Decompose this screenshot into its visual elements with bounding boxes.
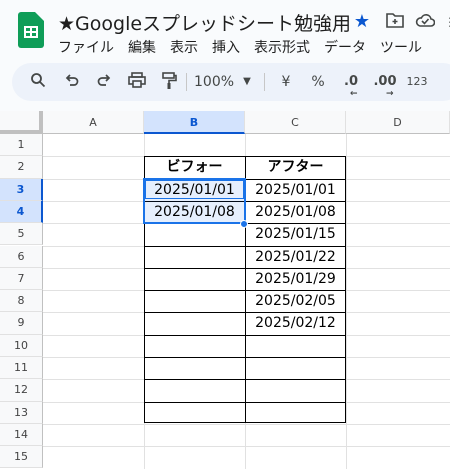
cell-b-8[interactable] bbox=[144, 290, 245, 312]
row-header-15[interactable]: 15 bbox=[0, 446, 43, 469]
search-menus-icon[interactable] bbox=[28, 72, 48, 92]
number-format-button[interactable]: 123 bbox=[404, 72, 430, 92]
zoom-select[interactable]: 100% bbox=[194, 72, 234, 92]
sheet-grid[interactable]: A B C D 1 2 3 4 5 6 7 8 9 10 11 12 13 14 15 ビフォー アフター … bbox=[0, 111, 450, 469]
star-icon[interactable]: ★ bbox=[352, 12, 372, 32]
row-header-4[interactable]: 4 bbox=[0, 200, 43, 224]
cell-c-11[interactable] bbox=[245, 357, 346, 379]
cell-b-3[interactable]: 2025/01/01 bbox=[144, 179, 245, 201]
row-header-9[interactable]: 9 bbox=[0, 312, 43, 335]
row-header-6[interactable]: 6 bbox=[0, 245, 43, 268]
cell-c-10[interactable] bbox=[245, 335, 346, 357]
cell-b-5[interactable] bbox=[144, 223, 245, 245]
menu-data[interactable]: データ bbox=[324, 37, 366, 57]
redo-icon[interactable] bbox=[94, 72, 114, 92]
cell-b-7[interactable] bbox=[144, 268, 245, 290]
menu-bar: ファイル 編集 表示 挿入 表示形式 データ ツール bbox=[58, 37, 422, 57]
row-header-10[interactable]: 10 bbox=[0, 334, 43, 357]
cell-b-6[interactable] bbox=[144, 246, 245, 268]
decrease-decimal-button[interactable]: .0 ← bbox=[339, 72, 363, 99]
sheets-window: ★Googleスプレッドシート勉強用 ★ ⋮ ファイル 編集 表示 挿入 表示形… bbox=[0, 0, 450, 469]
cell-b-9[interactable] bbox=[144, 312, 245, 334]
column-header-c[interactable]: C bbox=[245, 111, 346, 134]
percent-format-button[interactable]: % bbox=[308, 72, 328, 92]
print-icon[interactable] bbox=[126, 72, 148, 92]
increase-decimal-button[interactable]: .00 → bbox=[371, 72, 399, 99]
cell-c-5[interactable]: 2025/01/15 bbox=[245, 223, 346, 245]
cell-b-12[interactable] bbox=[144, 379, 245, 401]
cell-b2[interactable]: ビフォー bbox=[144, 157, 245, 178]
cell-b-10[interactable] bbox=[144, 335, 245, 357]
cell-c-13[interactable] bbox=[245, 402, 346, 424]
column-header-b[interactable]: B bbox=[144, 111, 245, 134]
menu-insert[interactable]: 挿入 bbox=[212, 37, 240, 57]
document-title[interactable]: ★Googleスプレッドシート勉強用 bbox=[58, 9, 351, 36]
toolbar-divider bbox=[186, 73, 187, 91]
undo-icon[interactable] bbox=[62, 72, 82, 92]
cloud-status-icon[interactable] bbox=[415, 12, 436, 32]
row-header-11[interactable]: 11 bbox=[0, 357, 43, 380]
cell-c-4[interactable]: 2025/01/08 bbox=[245, 201, 346, 223]
menu-view[interactable]: 表示 bbox=[170, 37, 198, 57]
cell-b-4[interactable]: 2025/01/08 bbox=[144, 201, 245, 223]
paint-format-icon[interactable] bbox=[158, 72, 180, 92]
arrow-left-icon: ← bbox=[350, 89, 358, 99]
row-header-12[interactable]: 12 bbox=[0, 379, 43, 402]
select-all-corner[interactable] bbox=[0, 111, 43, 134]
more-icon[interactable]: ⋮ bbox=[440, 12, 450, 32]
cell-c-3[interactable]: 2025/01/01 bbox=[245, 179, 346, 201]
toolbar-divider bbox=[264, 73, 265, 91]
menu-tools[interactable]: ツール bbox=[380, 37, 422, 57]
cell-c-9[interactable]: 2025/02/12 bbox=[245, 312, 346, 334]
cell-c-7[interactable]: 2025/01/29 bbox=[245, 268, 346, 290]
row-header-8[interactable]: 8 bbox=[0, 290, 43, 313]
row-header-14[interactable]: 14 bbox=[0, 423, 43, 447]
title-bar: ★Googleスプレッドシート勉強用 ★ ⋮ ファイル 編集 表示 挿入 表示形… bbox=[0, 0, 450, 60]
currency-format-button[interactable]: ¥ bbox=[278, 72, 294, 92]
cell-c2[interactable]: アフター bbox=[245, 157, 346, 178]
cell-c-8[interactable]: 2025/02/05 bbox=[245, 290, 346, 312]
menu-edit[interactable]: 編集 bbox=[128, 37, 156, 57]
row-header-13[interactable]: 13 bbox=[0, 401, 43, 424]
row-gridline bbox=[43, 446, 450, 448]
column-header-d[interactable]: D bbox=[346, 111, 450, 134]
cell-c-6[interactable]: 2025/01/22 bbox=[245, 246, 346, 268]
toolbar: 100% ▼ ¥ % .0 ← .00 → 123 bbox=[12, 63, 450, 101]
row-gridline bbox=[43, 423, 450, 425]
menu-file[interactable]: ファイル bbox=[58, 37, 114, 57]
row-header-1[interactable]: 1 bbox=[0, 134, 43, 157]
arrow-right-icon: → bbox=[386, 89, 394, 99]
sheets-logo-icon[interactable] bbox=[18, 12, 44, 48]
column-gridline bbox=[346, 134, 347, 469]
row-header-2[interactable]: 2 bbox=[0, 156, 43, 179]
column-header-a[interactable]: A bbox=[43, 111, 144, 134]
row-header-3[interactable]: 3 bbox=[0, 178, 43, 201]
cell-b-13[interactable] bbox=[144, 402, 245, 424]
cell-b-11[interactable] bbox=[144, 357, 245, 379]
menu-format[interactable]: 表示形式 bbox=[254, 37, 310, 57]
row-header-5[interactable]: 5 bbox=[0, 223, 43, 246]
cell-c-12[interactable] bbox=[245, 379, 346, 401]
move-to-folder-icon[interactable] bbox=[385, 12, 405, 32]
row-header-7[interactable]: 7 bbox=[0, 267, 43, 291]
zoom-dropdown-icon[interactable]: ▼ bbox=[240, 72, 254, 92]
